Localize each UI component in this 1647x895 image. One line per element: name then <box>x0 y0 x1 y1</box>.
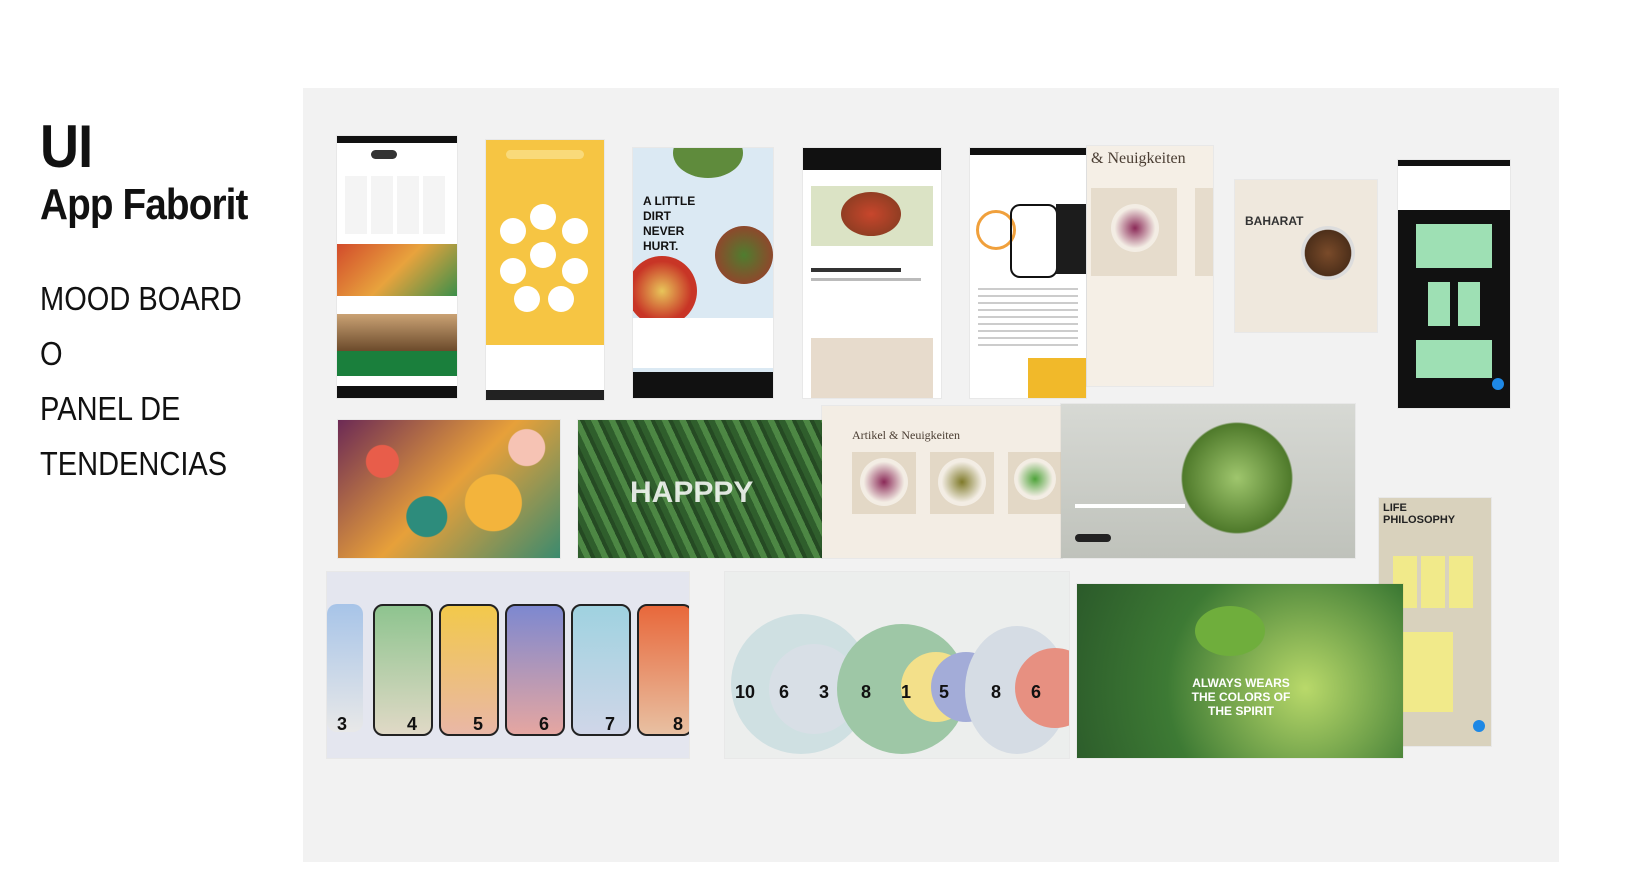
icon-library-screen <box>970 148 1086 398</box>
circle-number-2: 6 <box>779 682 790 702</box>
artikel-title: Artikel & Neuigkeiten <box>852 428 960 442</box>
mood-board-label: MOOD BOARD O PANEL DE TENDENCIAS <box>40 271 242 491</box>
app-title: App Faborit <box>40 180 248 229</box>
phone-number-2: 4 <box>407 714 418 734</box>
chameleon-headline: ALWAYS WEARS THE COLORS OF THE SPIRIT <box>1191 676 1291 718</box>
fern-web-screen <box>1061 404 1355 558</box>
green-beans-photo: HAPPPY <box>578 420 822 558</box>
mood-line-3: PANEL DE <box>40 390 181 427</box>
title-ui: UI <box>40 113 93 180</box>
circle-number-8: 6 <box>1031 682 1042 702</box>
mood-line-4: TENDENCIAS <box>40 445 228 482</box>
dirt-headline: A LITTLE DIRT NEVER HURT. <box>643 194 696 253</box>
circles-dashboard-screen: 10 6 3 8 1 5 8 6 <box>725 572 1069 758</box>
baharat-title: BAHARAT <box>1245 214 1304 228</box>
circle-number-4: 8 <box>861 682 872 702</box>
salad-app-screen: A LITTLE DIRT NEVER HURT. <box>633 148 773 398</box>
circle-number-1: 10 <box>735 682 756 702</box>
mood-line-2: O <box>40 335 63 372</box>
mood-board: A LITTLE DIRT NEVER HURT. & Neuigkeiten … <box>303 88 1559 862</box>
circle-number-6: 5 <box>939 682 950 702</box>
phone-number-6: 8 <box>673 714 684 734</box>
neuigkeiten-title: & Neuigkeiten <box>1091 150 1186 167</box>
happy-title: HAPPPY <box>630 476 754 509</box>
phone-number-4: 6 <box>539 714 550 734</box>
delivery-app-screen <box>337 136 457 398</box>
artikel-web-screen: Artikel & Neuigkeiten <box>822 406 1062 558</box>
chameleon-web-screen: ALWAYS WEARS THE COLORS OF THE SPIRIT <box>1077 584 1403 758</box>
mood-line-1: MOOD BOARD <box>40 280 242 317</box>
kaffee-web-screen: & Neuigkeiten <box>1087 146 1213 386</box>
circle-number-3: 3 <box>819 682 830 702</box>
phones-gradient-screen: 3 4 5 6 7 8 <box>327 572 689 758</box>
food-card-screen <box>803 148 941 398</box>
packaging-photo <box>338 420 560 558</box>
phone-number-1: 3 <box>337 714 348 734</box>
phone-number-3: 5 <box>473 714 484 734</box>
circle-number-5: 1 <box>901 682 912 702</box>
sidebar: UI App Faborit MOOD BOARD O PANEL DE TEN… <box>40 115 270 491</box>
baharat-web-screen: BAHARAT <box>1235 180 1377 332</box>
life-title: LIFE PHILOSOPHY <box>1383 502 1456 526</box>
phone-number-5: 7 <box>605 714 616 734</box>
circle-number-7: 8 <box>991 682 1002 702</box>
bauhaus-mobile-screen <box>1398 160 1510 408</box>
yellow-app-screen <box>486 140 604 400</box>
